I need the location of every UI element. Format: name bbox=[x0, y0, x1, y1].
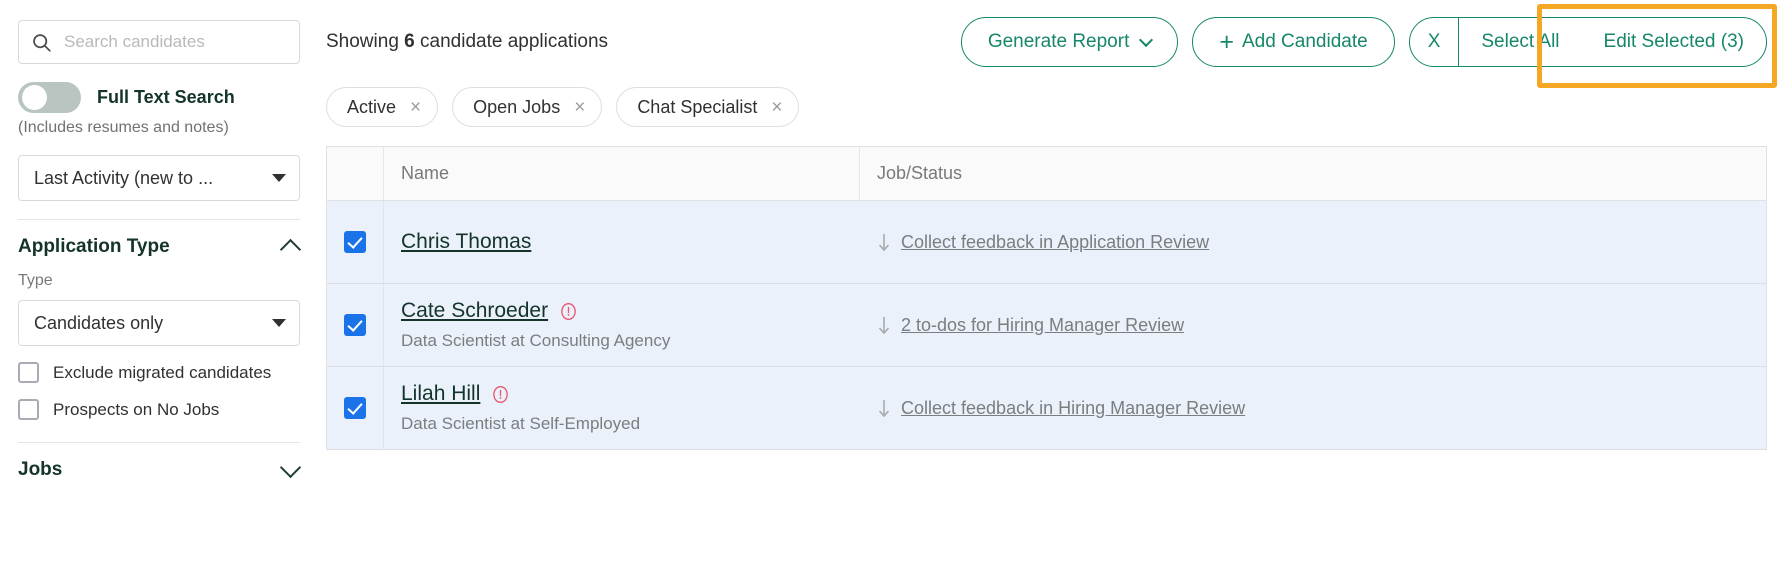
sort-select-value: Last Activity (new to ... bbox=[34, 167, 214, 188]
row-checkbox-cell[interactable] bbox=[327, 284, 384, 366]
add-candidate-button[interactable]: + Add Candidate bbox=[1192, 17, 1395, 67]
caret-down-icon bbox=[272, 174, 286, 182]
chip-label: Open Jobs bbox=[473, 96, 561, 117]
chevron-down-icon bbox=[1139, 32, 1154, 48]
checkbox-prospects-on-no-jobs[interactable]: Prospects on No Jobs bbox=[18, 399, 300, 420]
alert-icon[interactable] bbox=[559, 302, 578, 321]
down-arrow-icon bbox=[877, 233, 891, 252]
row-status-link[interactable]: 2 to-dos for Hiring Manager Review bbox=[901, 315, 1184, 336]
chevron-down-icon[interactable] bbox=[279, 456, 302, 479]
search-candidates-box[interactable] bbox=[18, 20, 300, 64]
close-icon[interactable]: × bbox=[410, 98, 421, 117]
row-checkbox[interactable] bbox=[344, 314, 366, 336]
section-title-jobs: Jobs bbox=[18, 459, 63, 480]
showing-suffix: candidate applications bbox=[420, 31, 609, 52]
filter-chip-chat-specialist[interactable]: Chat Specialist × bbox=[616, 87, 800, 127]
row-status-group: Collect feedback in Hiring Manager Revie… bbox=[877, 398, 1245, 419]
row-checkbox-cell[interactable] bbox=[327, 367, 384, 449]
table-header-name: Name bbox=[384, 147, 860, 200]
candidate-search-page: Full Text Search (Includes resumes and n… bbox=[0, 0, 1781, 571]
filter-chip-active[interactable]: Active × bbox=[326, 87, 439, 127]
selection-button-group: X Select All Edit Selected (3) bbox=[1408, 17, 1767, 67]
showing-prefix: Showing bbox=[326, 31, 399, 52]
row-name-line: Lilah Hill bbox=[401, 382, 860, 406]
row-status-group: Collect feedback in Application Review bbox=[877, 232, 1209, 253]
clear-selection-button[interactable]: X bbox=[1410, 18, 1459, 66]
main-content: Showing 6 candidate applications Generat… bbox=[318, 0, 1781, 571]
candidate-name-link[interactable]: Lilah Hill bbox=[401, 382, 480, 406]
table-header-row: Name Job/Status bbox=[327, 147, 1766, 201]
chip-label: Active bbox=[347, 96, 397, 117]
checkbox-box[interactable] bbox=[18, 362, 39, 383]
row-name-line: Cate Schroeder bbox=[401, 299, 860, 323]
type-select[interactable]: Candidates only bbox=[18, 300, 300, 346]
checkbox-exclude-migrated-candidates[interactable]: Exclude migrated candidates bbox=[18, 362, 300, 383]
candidate-subtitle: Data Scientist at Consulting Agency bbox=[401, 331, 671, 350]
row-status-group: 2 to-dos for Hiring Manager Review bbox=[877, 315, 1184, 336]
section-title-application-type: Application Type bbox=[18, 236, 170, 257]
active-filter-chips: Active × Open Jobs × Chat Specialist × bbox=[318, 84, 1781, 130]
full-text-search-label: Full Text Search bbox=[97, 87, 235, 107]
row-job-status-cell: Collect feedback in Hiring Manager Revie… bbox=[860, 367, 1766, 449]
close-icon[interactable]: × bbox=[771, 98, 782, 117]
showing-count: 6 bbox=[404, 31, 415, 52]
row-status-link[interactable]: Collect feedback in Application Review bbox=[901, 232, 1209, 253]
search-icon bbox=[31, 32, 52, 53]
select-all-button[interactable]: Select All bbox=[1458, 18, 1581, 66]
caret-down-icon bbox=[272, 319, 286, 327]
full-text-search-toggle[interactable] bbox=[18, 82, 81, 113]
full-text-search-row[interactable]: Full Text Search bbox=[18, 82, 300, 113]
generate-report-label: Generate Report bbox=[987, 31, 1130, 52]
row-status-link[interactable]: Collect feedback in Hiring Manager Revie… bbox=[901, 398, 1245, 419]
sidebar-section-jobs[interactable]: Jobs bbox=[18, 443, 302, 481]
full-text-search-sublabel: (Includes resumes and notes) bbox=[18, 119, 229, 136]
down-arrow-icon bbox=[877, 316, 891, 335]
candidate-name-link[interactable]: Chris Thomas bbox=[401, 230, 531, 254]
row-name-cell: Cate Schroeder Data Scientist at Consult… bbox=[384, 284, 860, 366]
toggle-knob bbox=[22, 85, 47, 110]
plus-icon: + bbox=[1219, 27, 1234, 56]
row-checkbox-cell[interactable] bbox=[327, 201, 384, 283]
chip-label: Chat Specialist bbox=[637, 96, 758, 117]
sidebar-section-application-type[interactable]: Application Type bbox=[18, 220, 302, 261]
table-row[interactable]: Chris Thomas Collect feedback in Applica… bbox=[327, 201, 1766, 284]
checkbox-label: Prospects on No Jobs bbox=[53, 399, 220, 419]
checkbox-label: Exclude migrated candidates bbox=[53, 362, 272, 382]
toolbar: Showing 6 candidate applications Generat… bbox=[318, 0, 1781, 84]
filters-sidebar: Full Text Search (Includes resumes and n… bbox=[0, 0, 318, 571]
close-icon[interactable]: × bbox=[574, 98, 585, 117]
candidate-subtitle: Data Scientist at Self-Employed bbox=[401, 414, 641, 433]
toolbar-actions: Generate Report + Add Candidate X Select… bbox=[960, 17, 1767, 67]
filter-chip-open-jobs[interactable]: Open Jobs × bbox=[452, 87, 603, 127]
row-checkbox[interactable] bbox=[344, 397, 366, 419]
row-name-cell: Chris Thomas bbox=[384, 201, 860, 283]
generate-report-button[interactable]: Generate Report bbox=[960, 17, 1179, 67]
edit-selected-button[interactable]: Edit Selected (3) bbox=[1582, 18, 1766, 66]
type-field-label: Type bbox=[18, 272, 53, 289]
results-count-text: Showing 6 candidate applications bbox=[326, 31, 608, 53]
search-input[interactable] bbox=[62, 31, 287, 53]
checkbox-box[interactable] bbox=[18, 399, 39, 420]
candidate-name-link[interactable]: Cate Schroeder bbox=[401, 299, 548, 323]
row-name-cell: Lilah Hill Data Scientist at Self-Employ… bbox=[384, 367, 860, 449]
row-job-status-cell: 2 to-dos for Hiring Manager Review bbox=[860, 284, 1766, 366]
table-header-checkbox-cell bbox=[327, 147, 384, 200]
row-job-status-cell: Collect feedback in Application Review bbox=[860, 201, 1766, 283]
sort-select[interactable]: Last Activity (new to ... bbox=[18, 155, 300, 201]
candidates-table: Name Job/Status Chris Thomas Collect fee… bbox=[326, 146, 1767, 450]
alert-icon[interactable] bbox=[491, 385, 510, 404]
row-checkbox[interactable] bbox=[344, 231, 366, 253]
table-row[interactable]: Cate Schroeder Data Scientist at Consult… bbox=[327, 284, 1766, 367]
add-candidate-label: Add Candidate bbox=[1241, 31, 1368, 52]
row-name-line: Chris Thomas bbox=[401, 230, 860, 254]
type-select-value: Candidates only bbox=[34, 312, 164, 333]
chevron-up-icon[interactable] bbox=[279, 238, 302, 261]
down-arrow-icon bbox=[877, 399, 891, 418]
table-row[interactable]: Lilah Hill Data Scientist at Self-Employ… bbox=[327, 367, 1766, 450]
table-header-job-status: Job/Status bbox=[877, 163, 963, 183]
